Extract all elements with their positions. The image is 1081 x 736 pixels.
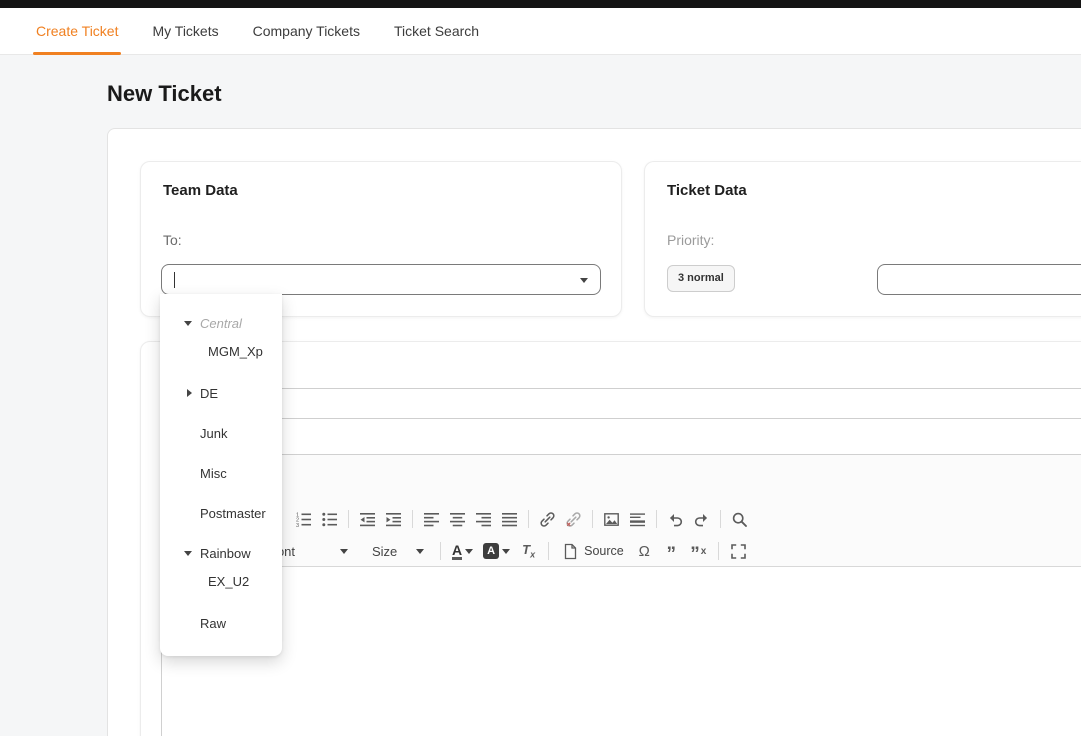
tab-my-tickets[interactable]: My Tickets: [152, 23, 218, 39]
align-left-icon[interactable]: [420, 507, 443, 531]
search-icon[interactable]: [728, 507, 751, 531]
tree-collapsed-icon[interactable]: [187, 389, 192, 397]
toolbar-separator: [440, 542, 441, 560]
chevron-down-icon: [465, 549, 473, 554]
priority-label: Priority:: [667, 232, 714, 248]
toolbar-row-3: Font Size A A Tx: [251, 537, 750, 565]
bulleted-list-icon[interactable]: [318, 507, 341, 531]
text-color-button[interactable]: A: [449, 539, 476, 563]
tab-create-ticket[interactable]: Create Ticket: [36, 23, 118, 39]
content-panel: Team Data To: Ticket Data Priority: 3 no…: [107, 128, 1081, 736]
chevron-down-icon: [502, 549, 510, 554]
toolbar-separator: [656, 510, 657, 528]
source-document-icon: [562, 543, 579, 560]
svg-text:3: 3: [296, 522, 299, 527]
background-color-icon: A: [483, 543, 499, 559]
size-select[interactable]: Size: [362, 538, 432, 564]
horizontal-rule-icon[interactable]: [626, 507, 649, 531]
unlink-icon[interactable]: [562, 507, 585, 531]
ticket-data-field[interactable]: [877, 264, 1081, 295]
text-color-icon: A: [452, 543, 462, 560]
align-center-icon[interactable]: [446, 507, 469, 531]
remove-format-button[interactable]: Tx: [517, 539, 540, 563]
remove-quote-x: x: [701, 546, 707, 557]
subject-input[interactable]: [161, 388, 1081, 419]
align-justify-icon[interactable]: [498, 507, 521, 531]
team-data-title: Team Data: [163, 182, 238, 199]
tab-ticket-search[interactable]: Ticket Search: [394, 23, 479, 39]
to-select[interactable]: [161, 264, 601, 295]
editor-content-area[interactable]: [162, 568, 1081, 736]
richtext-editor: 123: [161, 454, 1081, 736]
align-right-icon[interactable]: [472, 507, 495, 531]
chevron-down-icon: [340, 549, 348, 554]
screen: Create Ticket My Tickets Company Tickets…: [0, 0, 1081, 736]
chevron-down-icon: [416, 549, 424, 554]
remove-quote-button[interactable]: ”x: [687, 539, 710, 563]
toolbar-separator: [412, 510, 413, 528]
toolbar-separator: [718, 542, 719, 560]
toolbar-separator: [720, 510, 721, 528]
toolbar-separator: [528, 510, 529, 528]
editor-toolbar: 123: [162, 455, 1081, 567]
page-title: New Ticket: [107, 81, 222, 107]
special-character-button[interactable]: Ω: [633, 539, 656, 563]
indent-icon[interactable]: [382, 507, 405, 531]
background-color-button[interactable]: A: [480, 539, 513, 563]
quote-icon: ”: [690, 542, 700, 560]
tab-company-tickets[interactable]: Company Tickets: [253, 23, 360, 39]
ticket-data-title: Ticket Data: [667, 182, 747, 199]
image-icon[interactable]: [600, 507, 623, 531]
outdent-icon[interactable]: [356, 507, 379, 531]
tree-expanded-icon[interactable]: [184, 551, 192, 556]
source-button[interactable]: Source: [557, 539, 629, 563]
to-label: To:: [163, 232, 182, 248]
header: Create Ticket My Tickets Company Tickets…: [0, 8, 1081, 55]
topbar: [0, 0, 1081, 8]
ticket-data-card: Ticket Data Priority: 3 normal: [644, 161, 1081, 317]
chevron-down-icon: [580, 278, 588, 283]
remove-format-icon: Tx: [522, 542, 535, 560]
main-nav: Create Ticket My Tickets Company Tickets…: [36, 8, 479, 54]
omega-icon: Ω: [639, 543, 650, 560]
size-select-label: Size: [372, 544, 397, 559]
tree-expanded-icon[interactable]: [184, 321, 192, 326]
source-button-label: Source: [584, 544, 624, 558]
toolbar-separator: [592, 510, 593, 528]
undo-icon[interactable]: [664, 507, 687, 531]
to-dropdown-panel: Central MGM_Xp DE Junk Misc Postmaster R…: [160, 294, 282, 656]
maximize-icon[interactable]: [727, 539, 750, 563]
toolbar-separator: [548, 542, 549, 560]
toolbar-separator: [348, 510, 349, 528]
numbered-list-icon[interactable]: 123: [292, 507, 315, 531]
priority-value-chip[interactable]: 3 normal: [667, 265, 735, 292]
quote-button[interactable]: ”: [660, 539, 683, 563]
toolbar-row-2: 123: [292, 505, 751, 533]
link-icon[interactable]: [536, 507, 559, 531]
text-cursor: [174, 272, 175, 288]
redo-icon[interactable]: [690, 507, 713, 531]
quote-icon: ”: [666, 542, 676, 560]
